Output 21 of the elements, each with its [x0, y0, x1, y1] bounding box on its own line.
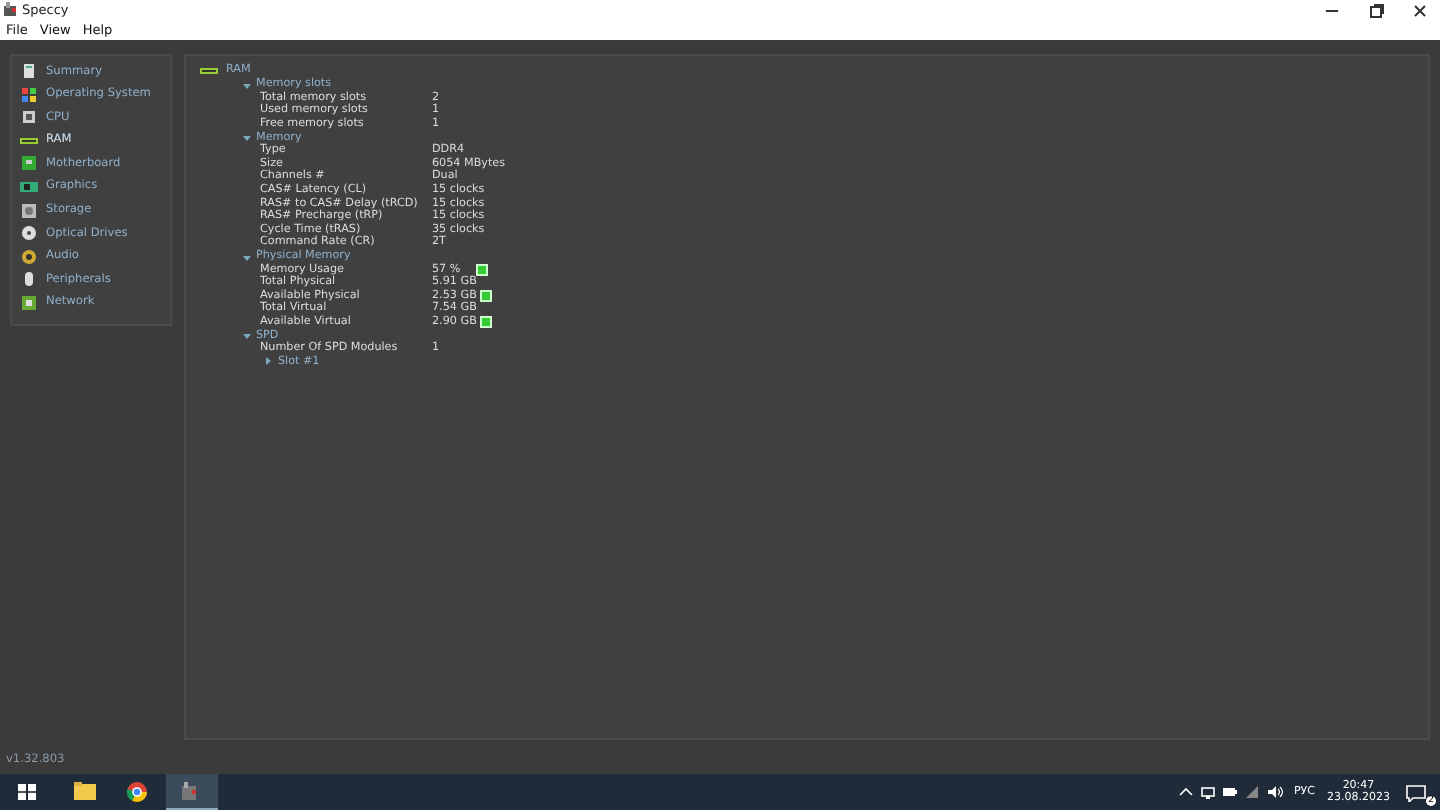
- app-icon: [2, 2, 18, 18]
- network-icon: [20, 293, 38, 312]
- network-icon[interactable]: [1199, 784, 1216, 800]
- circuit-board-icon: [20, 154, 38, 173]
- hard-drive-icon: [20, 201, 38, 220]
- speaker-icon: [20, 247, 38, 266]
- battery-icon[interactable]: [1221, 784, 1238, 800]
- speaker-icon[interactable]: [1265, 784, 1284, 800]
- collapse-arrow-icon: [242, 132, 252, 143]
- collapse-arrow-icon: [242, 251, 252, 262]
- mouse-icon: [20, 270, 38, 289]
- message-icon: [1406, 783, 1426, 801]
- chip-icon: [20, 108, 38, 127]
- graphics-card-icon: [20, 177, 38, 196]
- collapse-arrow-icon: [242, 330, 252, 341]
- document-icon: [20, 62, 38, 80]
- collapse-arrow-icon: [242, 79, 252, 90]
- chevron-up-icon[interactable]: [1177, 784, 1194, 800]
- expand-arrow-icon: [264, 356, 274, 367]
- disc-icon: [20, 224, 38, 243]
- windows-logo-icon: [20, 85, 38, 104]
